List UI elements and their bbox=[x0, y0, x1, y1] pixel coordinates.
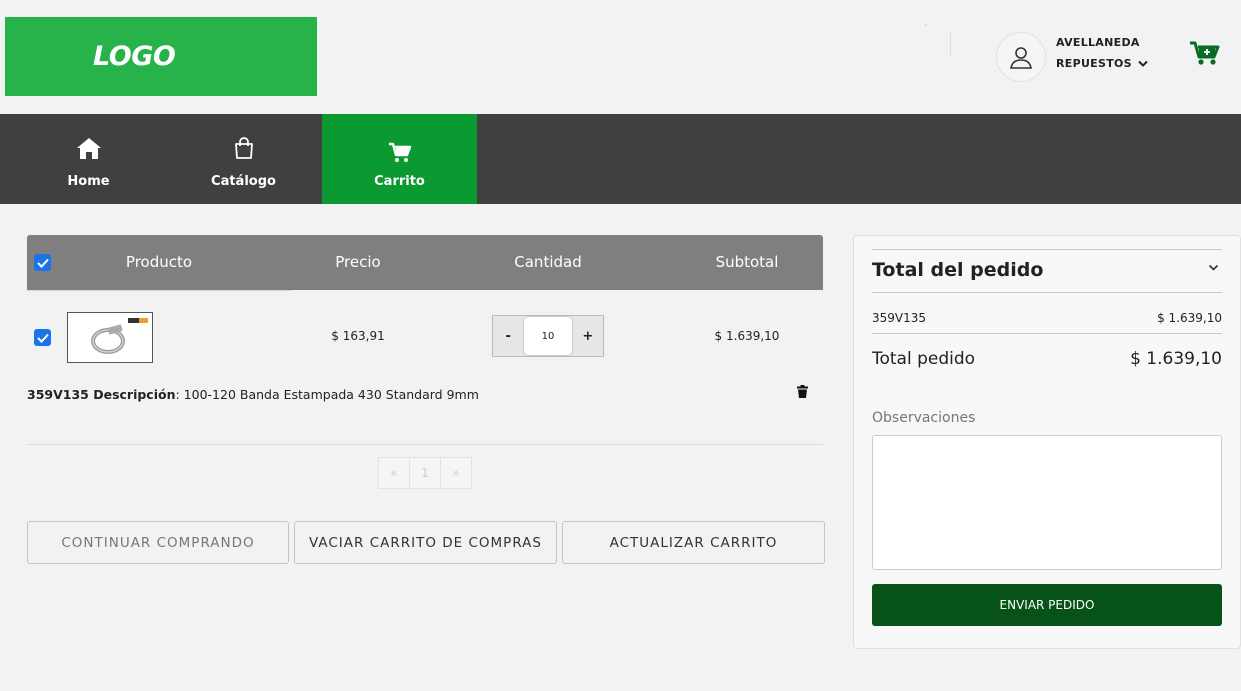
cart-plus-icon bbox=[1190, 41, 1220, 65]
update-cart-button[interactable]: ACTUALIZAR CARRITO bbox=[562, 521, 825, 564]
user-icon bbox=[1010, 47, 1032, 69]
hose-clamp-image bbox=[91, 318, 148, 354]
trash-icon bbox=[797, 385, 808, 398]
chevron-down-icon bbox=[1138, 60, 1148, 67]
cart-table-header: Producto Precio Cantidad Subtotal bbox=[27, 235, 823, 290]
observations-textarea[interactable] bbox=[872, 435, 1222, 570]
quantity-input[interactable]: 10 bbox=[523, 316, 573, 356]
shopping-bag-icon bbox=[234, 137, 253, 159]
summary-title: Total del pedido bbox=[872, 259, 1044, 281]
column-header-subtotal: Subtotal bbox=[715, 253, 779, 271]
observations-label: Observaciones bbox=[872, 410, 976, 426]
nav-catalogo[interactable]: Catálogo bbox=[166, 114, 321, 204]
user-name-line2: REPUESTOS bbox=[1056, 57, 1132, 70]
column-header-precio: Precio bbox=[335, 253, 381, 271]
cart-icon bbox=[388, 142, 411, 162]
column-header-cantidad: Cantidad bbox=[514, 253, 582, 271]
summary-line-separator bbox=[872, 333, 1222, 334]
main-nav: Home Catálogo Carrito bbox=[0, 114, 1241, 204]
item-checkbox[interactable] bbox=[34, 329, 51, 346]
home-icon bbox=[76, 138, 101, 159]
continue-shopping-button[interactable]: CONTINUAR COMPRANDO bbox=[27, 521, 289, 564]
logo[interactable]: LOGO bbox=[5, 17, 317, 96]
nav-home-label: Home bbox=[67, 174, 110, 189]
summary-line-code: 359V135 bbox=[872, 311, 927, 325]
pagination: « 1 » bbox=[378, 457, 472, 489]
pagination-next[interactable]: » bbox=[441, 458, 471, 488]
logo-text: LOGO bbox=[93, 41, 176, 72]
nav-carrito-label: Carrito bbox=[374, 174, 425, 189]
pagination-page[interactable]: 1 bbox=[410, 458, 441, 488]
total-label: Total pedido bbox=[872, 349, 976, 369]
user-avatar[interactable] bbox=[996, 32, 1046, 82]
header-separator bbox=[950, 32, 951, 56]
header-underline bbox=[27, 290, 292, 291]
quantity-increase-button[interactable]: + bbox=[573, 329, 603, 344]
total-amount: $ 1.639,10 bbox=[1130, 349, 1222, 369]
pagination-prev[interactable]: « bbox=[379, 458, 410, 488]
check-icon bbox=[36, 333, 49, 343]
item-description: 359V135 Descripción: 100-120 Banda Estam… bbox=[27, 387, 479, 402]
nav-catalogo-label: Catálogo bbox=[211, 174, 276, 189]
cart-divider bbox=[27, 444, 823, 445]
delete-item-button[interactable] bbox=[797, 383, 808, 402]
select-all-checkbox[interactable] bbox=[34, 254, 51, 271]
summary-line-amount: $ 1.639,10 bbox=[1157, 311, 1222, 325]
header-dot bbox=[925, 24, 927, 26]
column-header-producto: Producto bbox=[125, 253, 193, 271]
item-description-text: : 100-120 Banda Estampada 430 Standard 9… bbox=[175, 387, 479, 402]
quantity-decrease-button[interactable]: - bbox=[493, 329, 523, 344]
item-code-label: 359V135 Descripción bbox=[27, 387, 176, 402]
nav-carrito[interactable]: Carrito bbox=[322, 114, 477, 204]
header-cart-button[interactable] bbox=[1189, 40, 1221, 72]
empty-cart-button[interactable]: VACIAR CARRITO DE COMPRAS bbox=[294, 521, 557, 564]
item-subtotal: $ 1.639,10 bbox=[714, 329, 780, 343]
quantity-stepper: - 10 + bbox=[492, 315, 604, 357]
check-icon bbox=[36, 258, 49, 268]
user-name-line1: AVELLANEDA bbox=[1056, 36, 1140, 49]
send-order-button[interactable]: ENVIAR PEDIDO bbox=[872, 584, 1222, 626]
chevron-down-icon[interactable] bbox=[1208, 264, 1219, 272]
product-image[interactable] bbox=[67, 312, 153, 363]
summary-title-line bbox=[872, 292, 1222, 293]
summary-top-line bbox=[872, 249, 1222, 250]
item-price: $ 163,91 bbox=[331, 329, 385, 343]
nav-home[interactable]: Home bbox=[11, 114, 166, 204]
user-menu[interactable]: AVELLANEDA REPUESTOS bbox=[1056, 32, 1148, 74]
